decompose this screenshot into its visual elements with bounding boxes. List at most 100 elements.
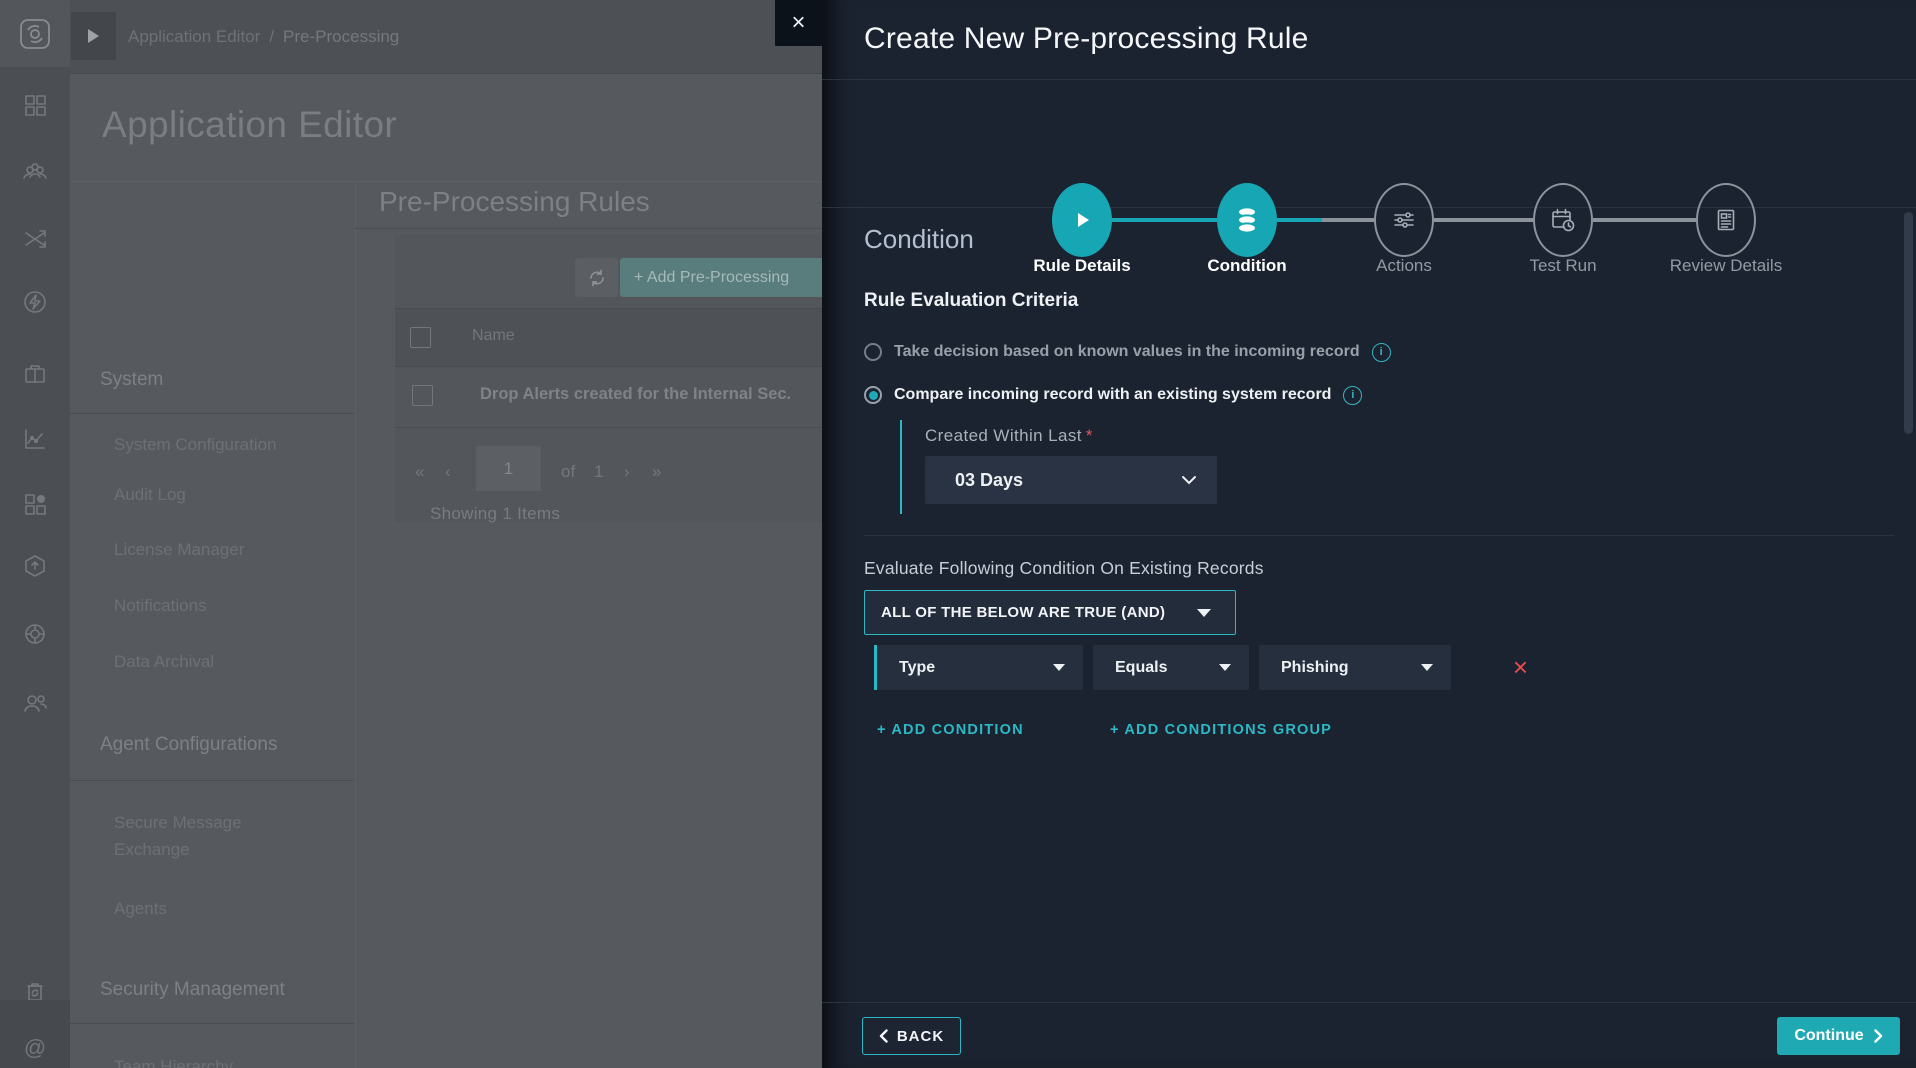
page-title: Application Editor: [102, 104, 397, 146]
stepper-connector: [1112, 218, 1217, 222]
packages-hexagon-icon[interactable]: [0, 546, 70, 586]
step-label-test-run[interactable]: Test Run: [1488, 256, 1638, 276]
radio-selected-icon[interactable]: [864, 386, 882, 404]
breadcrumb-section[interactable]: Application Editor: [128, 27, 260, 47]
breadcrumb: Application Editor / Pre-Processing: [128, 0, 399, 73]
pagination-next[interactable]: ›: [624, 462, 630, 482]
pagination-last[interactable]: »: [652, 462, 661, 482]
condition-field-select[interactable]: Type: [877, 645, 1083, 690]
screen: @ Application Editor / Pre-Processing Ap…: [0, 0, 1916, 1068]
pagination-first[interactable]: «: [415, 462, 424, 482]
step-review-details[interactable]: [1696, 183, 1756, 257]
continue-button[interactable]: Continue: [1777, 1017, 1900, 1055]
stepper-connector: [1593, 218, 1696, 222]
step-condition[interactable]: [1217, 183, 1277, 257]
add-condition-link[interactable]: + ADD CONDITION: [877, 722, 1024, 738]
criteria-option-1[interactable]: Take decision based on known values in t…: [864, 341, 1391, 363]
close-button[interactable]: ×: [775, 0, 822, 46]
condition-operator-select[interactable]: Equals: [1093, 645, 1249, 690]
sliders-icon: [1391, 207, 1417, 233]
radio-unselected-icon[interactable]: [864, 343, 882, 361]
section-divider: [864, 535, 1894, 536]
nav-item-data-archival[interactable]: Data Archival: [114, 648, 299, 675]
add-pre-processing-button[interactable]: + Add Pre-Processing: [620, 258, 826, 297]
info-icon[interactable]: i: [1343, 386, 1362, 405]
created-within-select[interactable]: 03 Days: [925, 456, 1217, 504]
step-label-review-details[interactable]: Review Details: [1651, 256, 1801, 276]
play-arrow-icon: [88, 29, 99, 43]
settings-nav: System System Configuration Audit Log Li…: [70, 181, 356, 1068]
nav-item-team-hierarchy[interactable]: Team Hierarchy: [114, 1053, 299, 1068]
nav-section-agent-configurations: Agent Configurations: [100, 734, 277, 756]
condition-operator-value: Equals: [1115, 659, 1167, 677]
wizard-stepper: Rule Details Condition Actions Test Run …: [822, 80, 1916, 208]
nav-divider: [70, 1023, 354, 1024]
step-test-run[interactable]: [1533, 183, 1593, 257]
nav-item-secure-message-exchange[interactable]: Secure Message Exchange: [114, 809, 284, 863]
step-label-actions[interactable]: Actions: [1329, 256, 1479, 276]
stepper-connector: [1277, 218, 1322, 222]
nav-item-audit-log[interactable]: Audit Log: [114, 481, 299, 508]
modal-title: Create New Pre-processing Rule: [864, 22, 1309, 56]
step-actions[interactable]: [1374, 183, 1434, 257]
calendar-clock-icon: [1549, 206, 1577, 234]
dashboard-icon[interactable]: [0, 85, 70, 125]
content-divider: [355, 228, 826, 229]
nav-item-system-configuration[interactable]: System Configuration: [114, 431, 299, 458]
nav-section-system: System: [100, 369, 163, 391]
condition-value-select[interactable]: Phishing: [1259, 645, 1451, 690]
user-groups-icon[interactable]: [0, 152, 70, 192]
create-rule-modal: × Create New Pre-processing Rule: [822, 0, 1916, 1068]
step-label-rule-details[interactable]: Rule Details: [1007, 256, 1157, 276]
add-conditions-group-link[interactable]: + ADD CONDITIONS GROUP: [1110, 722, 1332, 738]
apps-briefcase-icon[interactable]: [0, 354, 70, 394]
column-header-name: Name: [472, 327, 515, 345]
app-logo-icon[interactable]: [0, 0, 70, 67]
nav-item-notifications[interactable]: Notifications: [114, 592, 299, 619]
continue-button-label: Continue: [1794, 1027, 1863, 1045]
reports-chart-icon[interactable]: [0, 419, 70, 459]
table-header-row: Name: [395, 308, 826, 367]
chevron-down-icon: [1181, 475, 1197, 485]
mentions-at-icon[interactable]: @: [0, 1028, 70, 1068]
select-all-checkbox[interactable]: [410, 327, 431, 348]
widgets-icon[interactable]: [0, 484, 70, 524]
integrations-shuffle-icon[interactable]: [0, 219, 70, 259]
dropdown-caret-icon: [1219, 664, 1231, 671]
modal-header: Create New Pre-processing Rule: [822, 0, 1916, 80]
step-rule-details[interactable]: [1052, 183, 1112, 257]
group-operator-value: ALL OF THE BELOW ARE TRUE (AND): [881, 604, 1165, 621]
automation-bolt-icon[interactable]: [0, 282, 70, 322]
nav-expand-button[interactable]: [71, 12, 116, 60]
condition-value-text: Phishing: [1281, 659, 1349, 677]
criteria-option-2[interactable]: Compare incoming record with an existing…: [864, 384, 1362, 406]
sidebar: @: [0, 0, 70, 1068]
refresh-button[interactable]: [575, 258, 618, 297]
created-within-accent-bar: [900, 420, 902, 514]
row-checkbox[interactable]: [412, 385, 433, 406]
back-button[interactable]: BACK: [862, 1017, 961, 1055]
criteria-option-2-label: Compare incoming record with an existing…: [894, 386, 1331, 404]
condition-section-title: Condition: [864, 224, 974, 255]
breadcrumb-page[interactable]: Pre-Processing: [283, 27, 399, 47]
modal-scrollbar-thumb[interactable]: [1904, 212, 1913, 434]
users-icon[interactable]: [0, 683, 70, 723]
network-globe-icon[interactable]: [0, 614, 70, 654]
group-operator-select[interactable]: ALL OF THE BELOW ARE TRUE (AND): [864, 590, 1236, 635]
delete-condition-button[interactable]: ×: [1498, 645, 1543, 690]
pagination-current-page[interactable]: 1: [476, 446, 541, 491]
dropdown-caret-icon: [1421, 664, 1433, 671]
info-icon[interactable]: i: [1372, 343, 1391, 362]
step-label-condition[interactable]: Condition: [1172, 256, 1322, 276]
rule-name-cell[interactable]: Drop Alerts created for the Internal Sec…: [480, 385, 820, 404]
pagination-prev[interactable]: ‹: [445, 462, 451, 482]
modal-footer: BACK Continue: [822, 1002, 1916, 1068]
table-row[interactable]: Drop Alerts created for the Internal Sec…: [395, 365, 826, 428]
nav-item-agents[interactable]: Agents: [114, 895, 299, 922]
created-within-label-text: Created Within Last: [925, 426, 1082, 445]
chevron-left-icon: [879, 1029, 888, 1043]
nav-divider: [70, 780, 354, 781]
play-icon: [1071, 209, 1093, 231]
pagination-of-label: of: [561, 462, 575, 482]
nav-item-license-manager[interactable]: License Manager: [114, 536, 299, 563]
